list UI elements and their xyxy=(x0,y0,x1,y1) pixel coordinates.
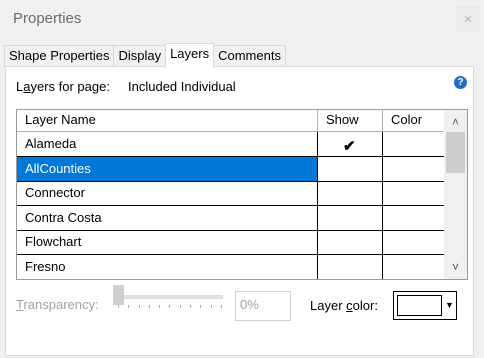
layer-name-cell[interactable]: Fresno xyxy=(17,255,317,279)
vertical-scrollbar[interactable]: ˄ ˅ xyxy=(444,110,467,279)
color-cell[interactable] xyxy=(382,205,444,230)
layer-name-cell[interactable]: Contra Costa xyxy=(17,206,317,230)
tab-comments[interactable]: Comments xyxy=(213,45,286,67)
label-part: Layer xyxy=(310,298,347,313)
transparency-input[interactable]: 0% xyxy=(235,291,291,321)
scroll-thumb[interactable] xyxy=(446,132,465,173)
show-cell[interactable]: ✔ xyxy=(317,132,382,156)
dropdown-arrow-icon: ▼ xyxy=(445,300,454,310)
divider xyxy=(5,355,474,356)
table-row[interactable]: Fresno xyxy=(17,255,444,279)
scroll-up-icon[interactable]: ˄ xyxy=(444,112,467,132)
help-icon[interactable]: ? xyxy=(454,76,467,89)
table-row[interactable]: Flowchart xyxy=(17,230,444,256)
title-bar: Properties ✕ xyxy=(0,0,484,38)
transparency-slider-track[interactable] xyxy=(118,295,223,299)
layer-name-cell[interactable]: AllCounties xyxy=(17,156,317,181)
layer-name-cell[interactable]: Alameda xyxy=(17,132,317,156)
window-title: Properties xyxy=(13,10,82,27)
table-row[interactable]: Connector xyxy=(17,181,444,207)
tab-strip: Shape Properties Display Layers Comments xyxy=(4,43,286,68)
color-cell[interactable] xyxy=(382,230,444,255)
column-header-color[interactable]: Color xyxy=(382,110,444,131)
show-cell[interactable] xyxy=(317,156,382,181)
scroll-down-icon[interactable]: ˅ xyxy=(444,257,467,277)
table-row[interactable]: Alameda ✔ xyxy=(17,132,444,157)
transparency-slider-thumb[interactable] xyxy=(113,285,124,305)
show-cell[interactable] xyxy=(317,181,382,206)
tab-layers[interactable]: Layers xyxy=(165,43,215,68)
color-cell[interactable] xyxy=(382,255,444,279)
grid-header-row: Layer Name Show Color xyxy=(17,110,444,132)
layer-name-cell[interactable]: Connector xyxy=(17,181,317,205)
tab-display[interactable]: Display xyxy=(113,45,167,67)
layer-name-cell[interactable]: Flowchart xyxy=(17,230,317,254)
tab-shape-properties[interactable]: Shape Properties xyxy=(4,45,115,67)
close-button[interactable]: ✕ xyxy=(456,6,480,32)
layer-color-label: Layer color: xyxy=(310,298,378,313)
layer-color-picker[interactable]: ▼ xyxy=(393,291,457,320)
check-icon: ✔ xyxy=(343,138,356,155)
layers-for-page-value: Included Individual xyxy=(128,79,236,94)
color-cell[interactable] xyxy=(382,156,444,181)
label-part: olor: xyxy=(352,298,378,313)
layers-for-page-label: Layers for page: xyxy=(16,79,110,94)
label-part: ransparency: xyxy=(23,297,99,312)
show-cell[interactable] xyxy=(317,255,382,279)
column-header-show[interactable]: Show xyxy=(317,110,382,131)
close-icon: ✕ xyxy=(463,13,473,26)
layers-grid: Layer Name Show Color Alameda ✔ AllCountie… xyxy=(16,109,468,280)
show-cell[interactable] xyxy=(317,230,382,255)
table-row[interactable]: AllCounties xyxy=(17,156,444,182)
transparency-label: Transparency: xyxy=(16,297,99,312)
show-cell[interactable] xyxy=(317,205,382,230)
slider-ticks xyxy=(118,305,222,309)
table-row[interactable]: Contra Costa xyxy=(17,205,444,231)
label-part: yers for page: xyxy=(30,79,110,94)
column-header-layer-name[interactable]: Layer Name xyxy=(17,110,317,131)
color-swatch xyxy=(397,295,442,316)
color-cell[interactable] xyxy=(382,132,444,156)
color-cell[interactable] xyxy=(382,181,444,206)
